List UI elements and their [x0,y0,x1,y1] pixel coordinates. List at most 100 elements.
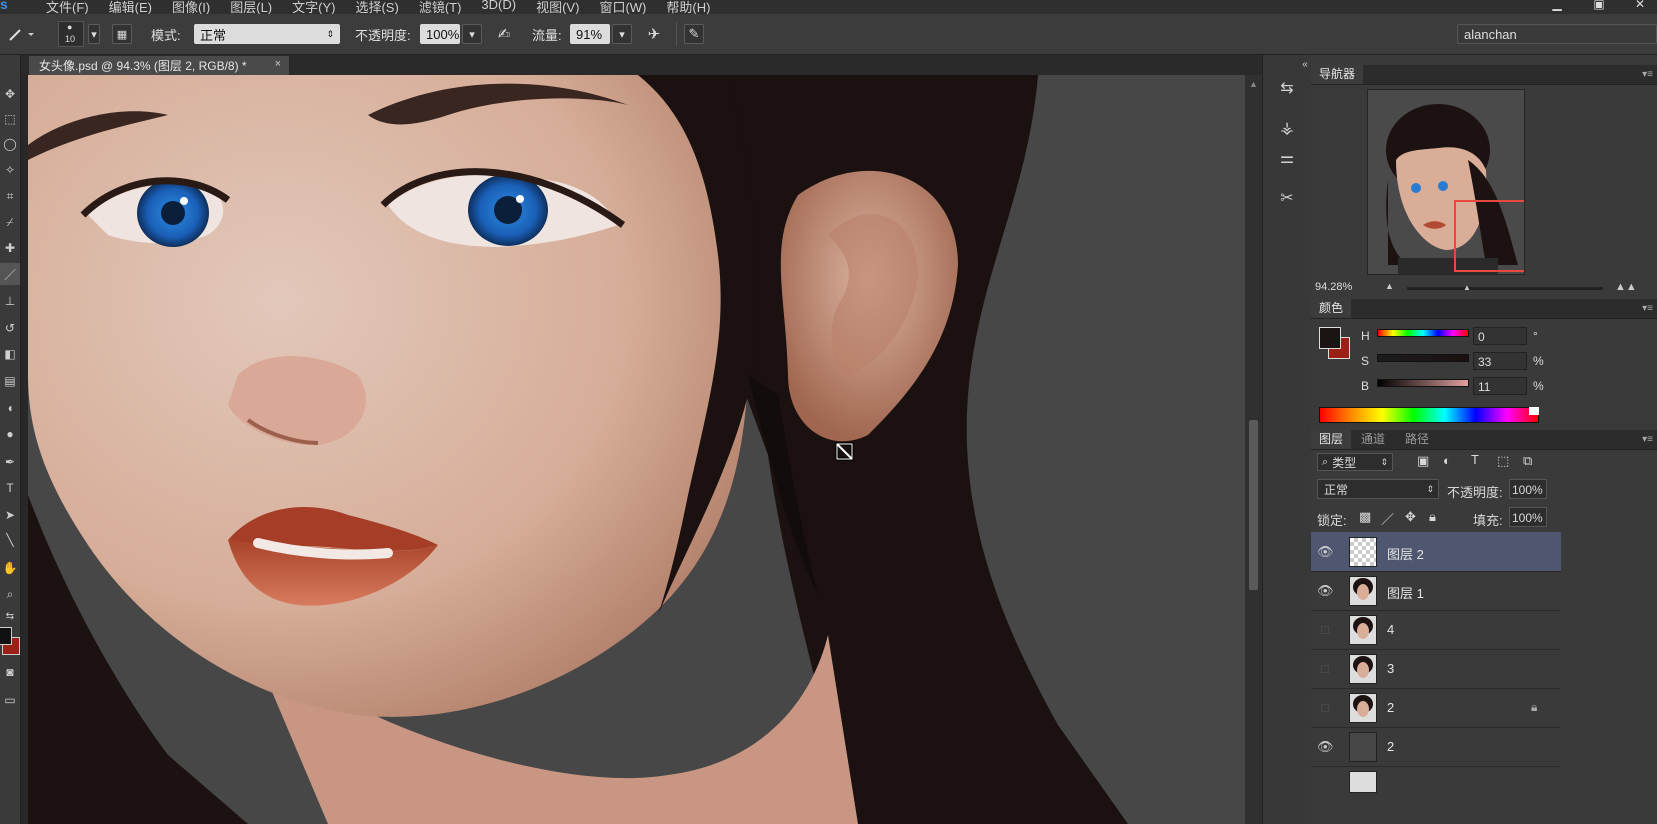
tab-channels[interactable]: 通道 [1353,430,1393,449]
visibility-off-icon[interactable]: □ [1317,700,1333,716]
menu-3d[interactable]: 3D(D) [471,0,526,14]
hand-tool-icon[interactable]: ✋ [0,557,20,579]
healing-brush-tool-icon[interactable]: ✚ [0,237,20,259]
airbrush-toggle[interactable]: ✈ [644,14,664,54]
zoom-tool-icon[interactable]: ⌕ [0,583,20,605]
spectrum-white-swatch[interactable] [1529,407,1539,415]
brush-size-dropdown-icon[interactable]: ▾ [88,24,100,44]
layer-row[interactable]: □ 3 [1311,649,1561,689]
lock-position-icon[interactable]: ✥ [1405,509,1416,525]
brush-size-picker[interactable]: ● 10 ▾ [58,14,100,54]
workspace-select[interactable]: alanchan [1457,24,1657,44]
zoom-out-icon[interactable]: ▲ [1385,281,1394,291]
eraser-tool-icon[interactable]: ◧ [0,343,20,365]
panel-menu-icon[interactable]: ▾≡ [1642,65,1653,84]
menu-select[interactable]: 选择(S) [345,0,408,14]
canvas-vertical-scrollbar[interactable]: ▲ [1245,75,1262,824]
layer-row[interactable]: 👁︎ 2 [1311,727,1561,767]
filter-type-icon[interactable]: T [1471,452,1479,467]
pressure-size-toggle[interactable]: ✎ [684,14,704,54]
filter-shape-icon[interactable]: ⬚ [1497,453,1509,469]
close-window-icon[interactable]: ✕ [1623,0,1657,11]
line-tool-icon[interactable]: ╲ [0,529,20,551]
saturation-input[interactable]: 33 [1473,352,1527,370]
brush-tool-preset[interactable] [6,14,36,54]
navigator-view-box[interactable] [1454,200,1524,272]
type-tool-icon[interactable]: T [0,477,20,499]
filter-pixel-icon[interactable]: ▣ [1417,453,1429,469]
foreground-color-swatch[interactable] [0,627,12,645]
layer-opacity-input[interactable]: 100% [1509,479,1547,499]
menu-file[interactable]: 文件(F) [36,0,99,14]
color-spectrum-bar[interactable] [1319,407,1539,423]
color-foreground-swatch[interactable] [1319,327,1341,349]
lock-transparent-icon[interactable]: ▩ [1359,509,1371,525]
blur-tool-icon[interactable]: ◖ [0,397,20,419]
document-tab[interactable]: 女头像.psd @ 94.3% (图层 2, RGB/8) * × [28,55,290,75]
layer-row[interactable]: □ 2 🔒︎ [1311,688,1561,728]
flow-dropdown-icon[interactable]: ▾ [612,24,632,44]
hue-input[interactable]: 0 [1473,327,1527,345]
layer-row[interactable]: □ 4 [1311,610,1561,650]
lock-image-icon[interactable]: ／ [1381,509,1394,528]
restore-icon[interactable]: ▣ [1582,0,1616,11]
menu-view[interactable]: 视图(V) [526,0,589,14]
tool-presets-icon[interactable]: ✂ [1275,187,1299,211]
layer-row[interactable]: 👁︎ 图层 2 [1311,532,1561,572]
menu-window[interactable]: 窗口(W) [589,0,656,14]
move-tool-icon[interactable]: ✥ [0,83,20,105]
menu-type[interactable]: 文字(Y) [282,0,345,14]
clone-stamp-tool-icon[interactable]: ⊥ [0,290,20,312]
layer-row[interactable] [1311,766,1561,805]
menu-filter[interactable]: 滤镜(T) [409,0,472,14]
brush-tool-icon[interactable]: ／ [0,263,20,285]
brush-panel-toggle[interactable]: ▦ [112,14,132,54]
pen-tool-icon[interactable]: ✒ [0,451,20,473]
history-panel-icon[interactable]: ⇆ [1275,77,1299,101]
slider-knob-icon[interactable]: ▲ [1463,283,1471,292]
menu-help[interactable]: 帮助(H) [656,0,720,14]
document-canvas[interactable] [28,75,1245,824]
menu-image[interactable]: 图像(I) [162,0,220,14]
magic-wand-tool-icon[interactable]: ✧ [0,159,20,181]
lasso-tool-icon[interactable]: ◯ [0,133,20,155]
path-selection-tool-icon[interactable]: ➤ [0,504,20,526]
lock-all-icon[interactable]: 🔒︎ [1429,509,1436,525]
gradient-tool-icon[interactable]: ▤ [0,370,20,392]
screen-mode-icon[interactable]: ▭ [0,689,20,711]
quick-mask-icon[interactable]: ◙ [0,661,20,683]
brightness-slider[interactable] [1377,379,1469,387]
visibility-off-icon[interactable]: □ [1317,622,1333,638]
visibility-off-icon[interactable]: □ [1317,661,1333,677]
eye-icon[interactable]: 👁︎ [1317,544,1334,560]
navigator-zoom-value[interactable]: 94.28% [1315,281,1352,293]
fill-input[interactable]: 100% [1509,507,1547,527]
dodge-tool-icon[interactable]: ● [0,423,20,445]
layers-panel-menu-icon[interactable]: ▾≡ [1642,430,1653,449]
filter-smart-object-icon[interactable]: ⧉ [1523,453,1532,469]
scrollbar-thumb[interactable] [1249,420,1258,590]
mode-select[interactable]: 正常 ⇕ [194,24,340,44]
tab-navigator[interactable]: 导航器 [1311,65,1364,84]
layer-filter-select[interactable]: ⌕ 类型 ⇕ [1317,453,1393,471]
adjustments-icon[interactable]: ⚌ [1275,147,1299,171]
tab-color[interactable]: 颜色 [1311,299,1352,318]
opacity-input[interactable]: 100% [420,24,460,44]
eye-icon[interactable]: 👁︎ [1317,739,1334,755]
hue-slider[interactable] [1377,329,1469,337]
close-tab-icon[interactable]: × [275,58,281,70]
brightness-input[interactable]: 11 [1473,377,1527,395]
menu-layer[interactable]: 图层(L) [220,0,282,14]
filter-adjustment-icon[interactable]: ◐ [1443,453,1451,468]
zoom-in-icon[interactable]: ▲▲ [1615,281,1637,293]
blend-mode-select[interactable]: 正常 ⇕ [1317,479,1439,499]
brush-presets-icon[interactable]: ⚶ [1275,117,1299,141]
pressure-opacity-toggle[interactable]: ✍ [494,14,514,54]
flow-input[interactable]: 91% [570,24,610,44]
saturation-slider[interactable] [1377,354,1469,362]
color-panel-menu-icon[interactable]: ▾≡ [1642,299,1653,318]
navigator-thumbnail[interactable] [1367,89,1525,275]
opacity-dropdown-icon[interactable]: ▾ [462,24,482,44]
menu-edit[interactable]: 编辑(E) [99,0,162,14]
history-brush-tool-icon[interactable]: ↺ [0,317,20,339]
